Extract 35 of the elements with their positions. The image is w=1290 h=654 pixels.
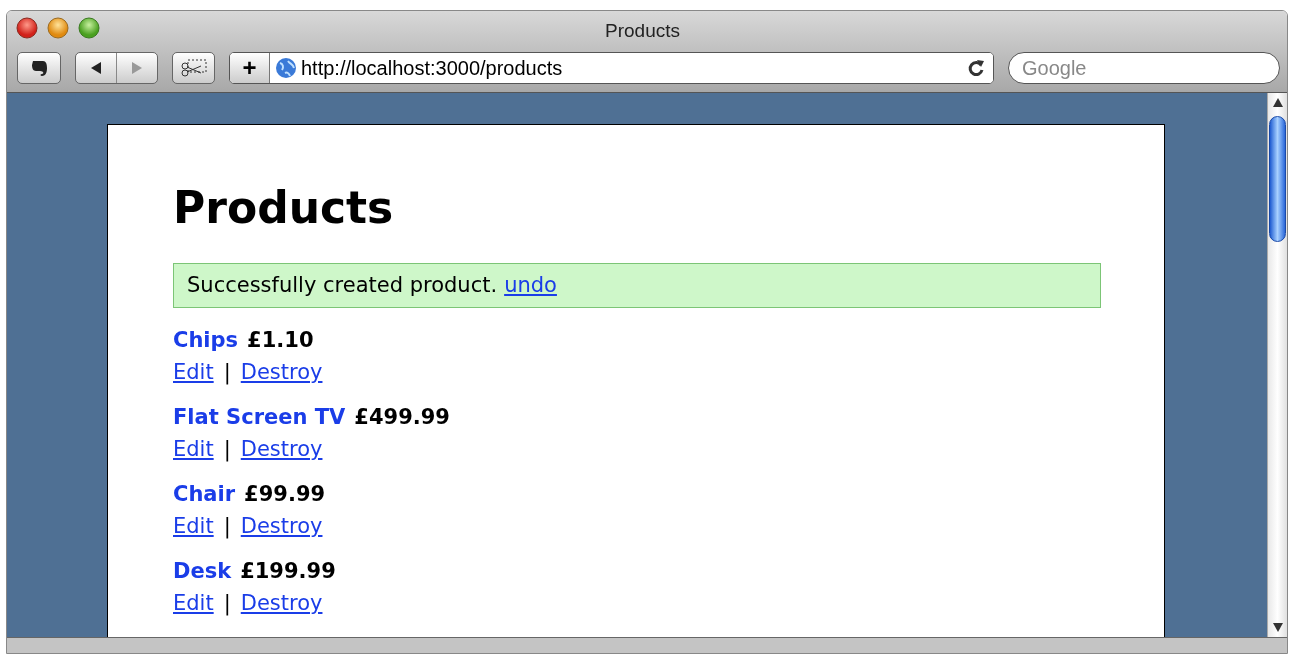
product-name-link[interactable]: Chair — [173, 479, 236, 509]
link-separator: | — [223, 513, 231, 541]
edit-link[interactable]: Edit — [173, 588, 214, 618]
window-title: Products — [605, 19, 680, 43]
product-price: £1.10 — [247, 327, 314, 354]
up-arrow-icon[interactable] — [1272, 98, 1283, 107]
minimize-icon[interactable] — [47, 17, 69, 39]
product-name-link[interactable]: Chips — [173, 325, 239, 355]
destroy-link[interactable]: Destroy — [240, 434, 323, 464]
destroy-link[interactable]: Destroy — [240, 588, 323, 618]
down-arrow-icon[interactable] — [1272, 623, 1283, 632]
destroy-link[interactable]: Destroy — [240, 357, 323, 387]
scissors-icon — [179, 58, 208, 78]
edit-link[interactable]: Edit — [173, 434, 214, 464]
undo-link[interactable]: undo — [504, 269, 557, 302]
zoom-icon[interactable] — [78, 17, 100, 39]
scroll-thumb[interactable] — [1269, 116, 1286, 242]
link-separator: | — [223, 590, 231, 618]
right-triangle-icon — [131, 61, 143, 75]
product-name-link[interactable]: Desk — [173, 556, 232, 586]
product-price: £99.99 — [244, 481, 326, 508]
destroy-link[interactable]: Destroy — [240, 511, 323, 541]
product-price: £199.99 — [240, 558, 336, 585]
link-separator: | — [223, 436, 231, 464]
product-name-link[interactable]: Flat Screen TV — [173, 402, 346, 432]
link-separator: | — [223, 359, 231, 387]
notice-text: Successfully created product. — [187, 271, 498, 299]
clip-button[interactable] — [172, 52, 215, 84]
edit-link[interactable]: Edit — [173, 357, 214, 387]
left-triangle-icon — [90, 61, 102, 75]
close-icon[interactable] — [16, 17, 38, 39]
edit-link[interactable]: Edit — [173, 511, 214, 541]
page-heading: Products — [173, 186, 394, 230]
product-price: £499.99 — [354, 404, 450, 431]
scrollbar[interactable] — [1267, 93, 1287, 637]
